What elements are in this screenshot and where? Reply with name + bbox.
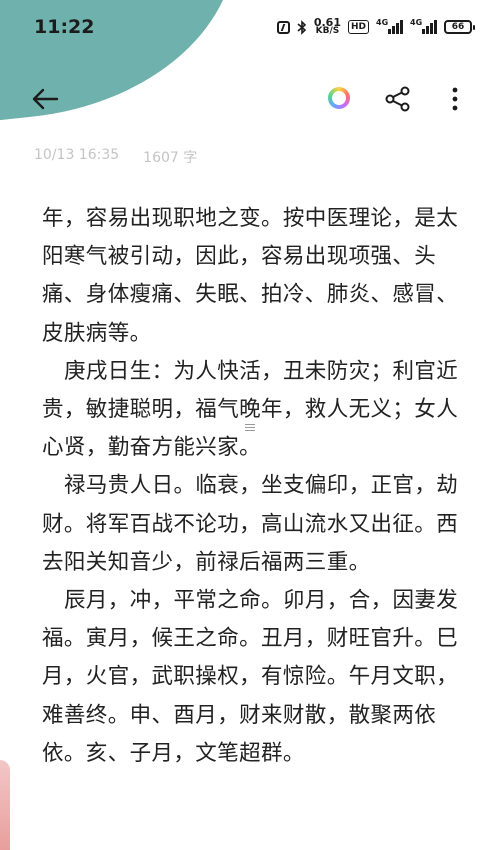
sim2-network-label: 4G (410, 18, 423, 27)
battery-indicator: 66 (444, 20, 475, 34)
nfc-icon (276, 20, 290, 34)
network-speed: 0.61 KB/S (314, 17, 341, 36)
status-icons: 0.61 KB/S HD 4G 4G 66 (276, 17, 475, 36)
signal-icon-sim2: 4G (410, 18, 437, 34)
drag-handle-icon (245, 424, 255, 433)
status-time: 11:22 (34, 16, 95, 38)
signal-icon-sim1: 4G (376, 18, 403, 34)
network-speed-unit: KB/S (315, 26, 340, 36)
note-meta: 10/13 16:35 1607 字 (34, 147, 197, 167)
decorative-edge-accent (0, 760, 10, 850)
bluetooth-icon (297, 19, 307, 35)
share-icon[interactable] (384, 85, 412, 113)
hd-voice-badge: HD (347, 20, 369, 34)
note-paragraph: 年，容易出现职地之变。按中医理论，是太阳寒气被引动，因此，容易出现项强、头痛、身… (42, 206, 459, 346)
note-paragraph: 禄马贵人日。临衰，坐支偏印，正官，劫财。将军百战不论功，高山流水又出征。西去阳关… (42, 473, 459, 575)
sim1-network-label: 4G (376, 18, 389, 27)
status-bar: 11:22 0.61 KB/S HD 4G 4G 66 (0, 0, 500, 56)
note-word-count: 1607 字 (143, 150, 198, 166)
note-paragraph: 辰月，冲，平常之命。卯月，合，因妻发福。寅月，候王之命。丑月，财旺官升。巳月，火… (42, 588, 459, 766)
more-vertical-icon[interactable] (446, 85, 464, 113)
back-arrow-icon[interactable] (30, 84, 60, 114)
note-date: 10/13 16:35 (34, 147, 120, 163)
color-palette-icon[interactable] (328, 87, 350, 109)
note-content[interactable]: 年，容易出现职地之变。按中医理论，是太阳寒气被引动，因此，容易出现项强、头痛、身… (42, 200, 472, 773)
note-paragraph: 庚戌日生：为人快活，丑未防灾；利官近贵，敏捷聪明，福气晚年，救人无义；女人心贤，… (42, 358, 459, 461)
